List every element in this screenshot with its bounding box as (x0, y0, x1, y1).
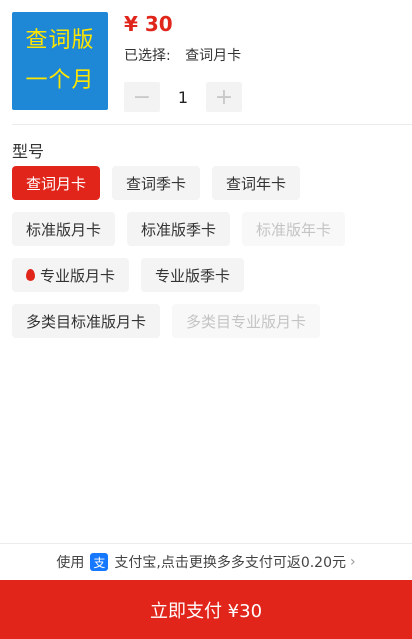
option-chip[interactable]: 查词年卡 (212, 166, 301, 200)
option-label: 标准版年卡 (256, 220, 332, 239)
option-chip[interactable]: 专业版月卡 (12, 258, 130, 292)
option-chip[interactable]: 多类目标准版月卡 (12, 304, 161, 338)
selected-label: 已选择: (124, 48, 171, 64)
footer-text: 支付宝,点击更换多多支付可返0.20元 (114, 555, 346, 571)
increase-button[interactable]: + (206, 82, 242, 112)
option-chip: 标准版年卡 (242, 212, 346, 246)
payment-method-bar[interactable]: 使用 支 支付宝,点击更换多多支付可返0.20元 › (0, 543, 412, 580)
quantity-value[interactable]: 1 (160, 88, 206, 107)
section-title: 型号 (12, 142, 45, 161)
alipay-icon: 支 (90, 553, 109, 571)
option-list: 查词月卡 查词季卡 查词年卡标准版月卡 标准版季卡 标准版年卡专业版月卡 专业版季卡多类目… (12, 166, 408, 350)
selected-value: 查词月卡 (185, 48, 242, 64)
option-chip[interactable]: 标准版季卡 (127, 212, 231, 246)
option-label: 多类目标准版月卡 (26, 312, 147, 331)
option-chip[interactable]: 专业版季卡 (141, 258, 245, 292)
option-label: 专业版月卡 (40, 266, 116, 285)
option-label: 标准版月卡 (26, 220, 102, 239)
decrease-button[interactable]: − (124, 82, 160, 112)
option-row: 专业版月卡 专业版季卡 (12, 258, 408, 292)
product-header: 查词版 一个月 ¥ 30 已选择: 查词月卡 − 1 + (0, 0, 412, 124)
selected-summary: 已选择: 查词月卡 (124, 45, 241, 65)
option-chip[interactable]: 标准版月卡 (12, 212, 116, 246)
option-chip[interactable]: 查词季卡 (112, 166, 201, 200)
option-row: 查词月卡 查词季卡 查词年卡 (12, 166, 408, 200)
option-chip: 多类目专业版月卡 (172, 304, 321, 338)
price: ¥ 30 (124, 12, 173, 36)
option-row: 标准版月卡 标准版季卡 标准版年卡 (12, 212, 408, 246)
thumb-line-2: 一个月 (25, 68, 95, 93)
product-thumbnail[interactable]: 查词版 一个月 (12, 12, 108, 110)
option-label: 查词年卡 (226, 174, 287, 193)
footer-prefix: 使用 (56, 555, 85, 571)
pay-now-button[interactable]: 立即支付 ¥30 (0, 580, 412, 639)
option-label: 查词月卡 (26, 174, 87, 193)
thumb-line-1: 查词版 (25, 28, 95, 53)
option-label: 标准版季卡 (141, 220, 217, 239)
chevron-right-icon: › (350, 554, 356, 570)
option-label: 多类目专业版月卡 (186, 312, 307, 331)
flame-icon (26, 269, 35, 281)
option-row: 多类目标准版月卡 多类目专业版月卡 (12, 304, 408, 338)
option-label: 查词季卡 (126, 174, 187, 193)
divider (12, 124, 412, 125)
quantity-stepper: − 1 + (124, 82, 242, 112)
option-label: 专业版季卡 (155, 266, 231, 285)
option-chip[interactable]: 查词月卡 (12, 166, 101, 200)
